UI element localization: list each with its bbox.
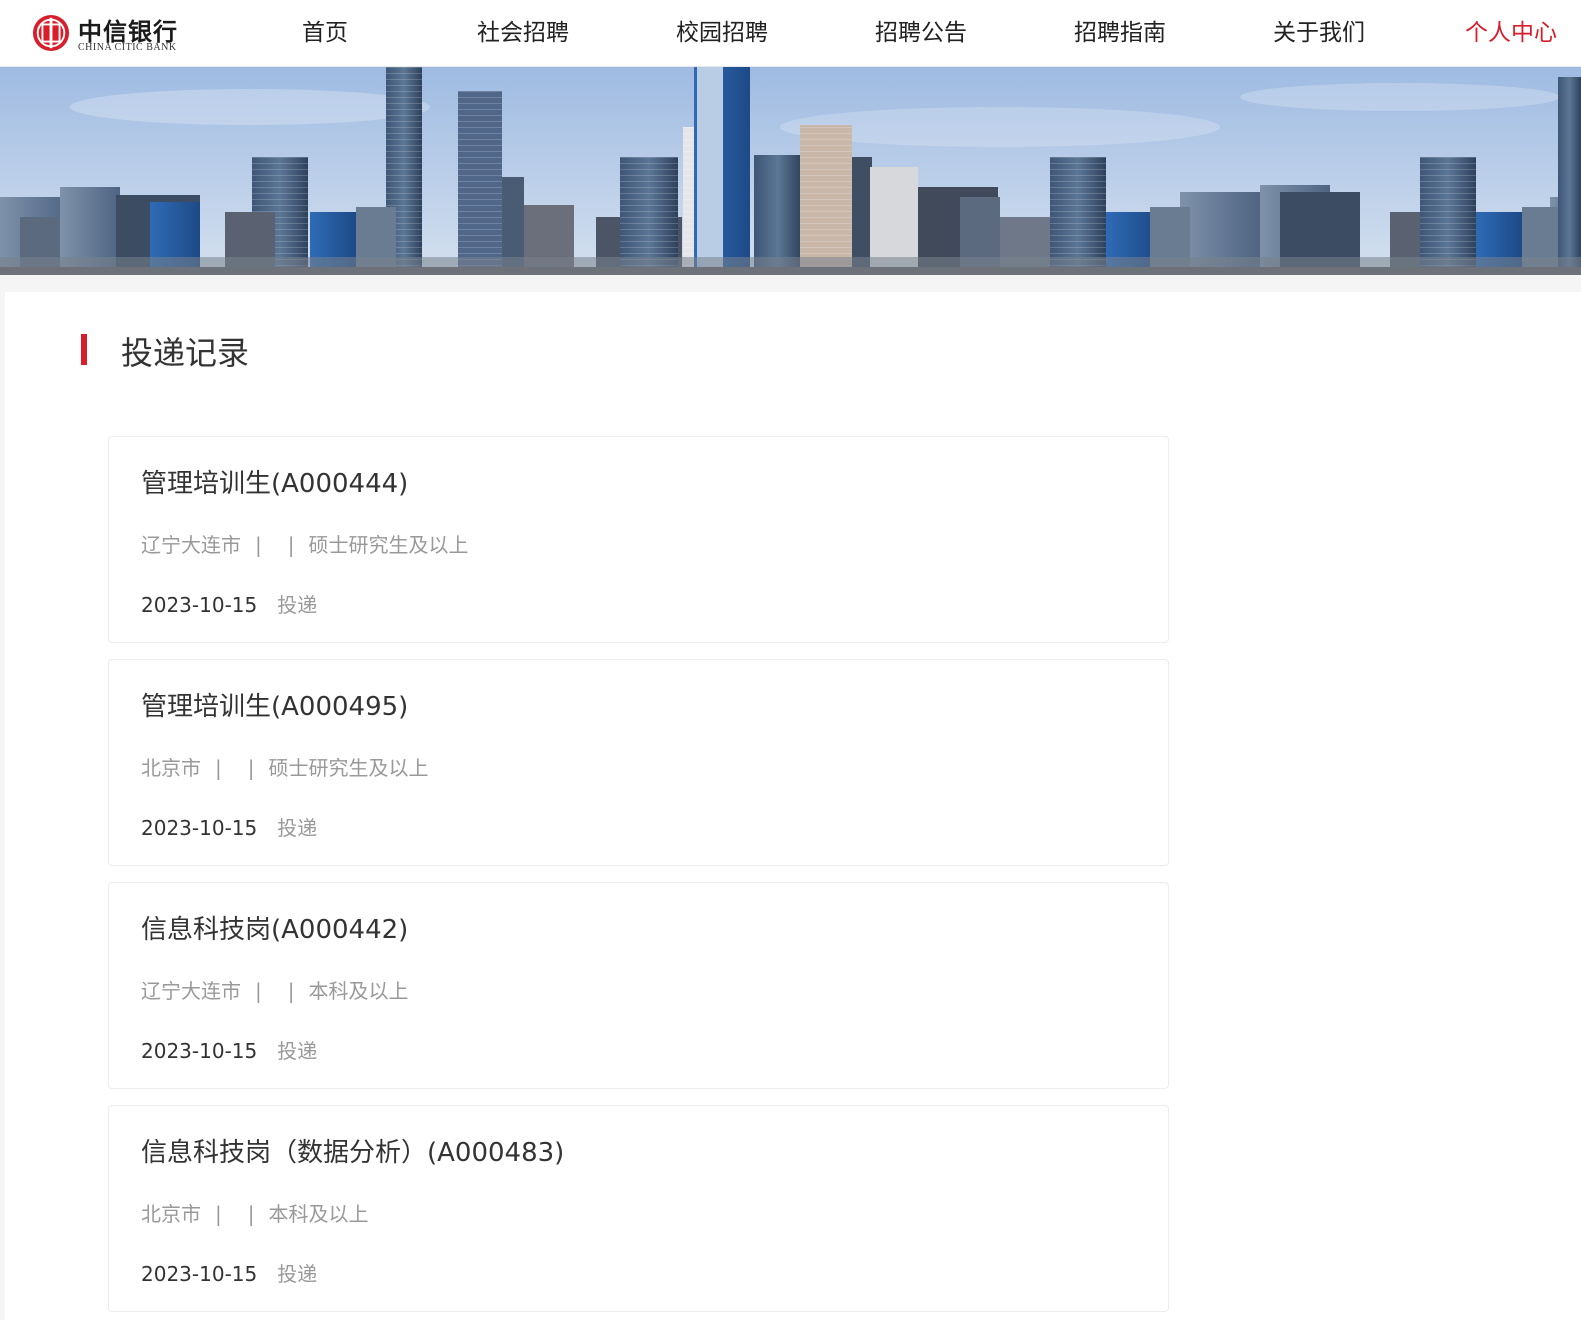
- nav-campus-recruitment[interactable]: 校园招聘: [676, 15, 768, 51]
- application-card[interactable]: 管理培训生(A000444) 辽宁大连市 | | 硕士研究生及以上 2023-10-1…: [108, 436, 1169, 643]
- application-date: 2023-10-15: [141, 1039, 258, 1063]
- meta-separator: |: [255, 979, 262, 1003]
- application-date: 2023-10-15: [141, 1262, 258, 1286]
- job-location: 北京市: [141, 756, 201, 780]
- nav-personal-center[interactable]: 个人中心: [1465, 15, 1557, 51]
- skyline-illustration: [0, 67, 1581, 275]
- meta-separator: |: [215, 1202, 222, 1226]
- brand-logo[interactable]: 中信银行 CHINA CITIC BANK: [32, 12, 192, 54]
- job-location: 辽宁大连市: [141, 979, 241, 1003]
- application-footer: 2023-10-15 投递: [141, 812, 317, 841]
- city-skyline-banner: [0, 67, 1581, 275]
- job-education: 本科及以上: [308, 979, 409, 1003]
- meta-separator: |: [215, 756, 222, 780]
- meta-separator: |: [247, 1202, 255, 1226]
- top-header: 中信银行 CHINA CITIC BANK 首页 社会招聘 校园招聘 招聘公告 …: [0, 0, 1581, 67]
- application-status: 投递: [277, 816, 318, 840]
- meta-separator: |: [255, 533, 262, 557]
- citic-logo-icon: [32, 14, 70, 52]
- job-location: 北京市: [141, 1202, 201, 1226]
- nav-social-recruitment[interactable]: 社会招聘: [477, 15, 569, 51]
- job-title[interactable]: 管理培训生(A000444): [141, 463, 408, 500]
- job-meta: 北京市 | | 本科及以上: [141, 1198, 369, 1227]
- meta-separator: |: [247, 756, 255, 780]
- job-education: 本科及以上: [268, 1202, 369, 1226]
- job-education: 硕士研究生及以上: [308, 533, 469, 557]
- application-card[interactable]: 信息科技岗（数据分析）(A000483) 北京市 | | 本科及以上 2023-10-…: [108, 1105, 1169, 1312]
- meta-separator: |: [287, 979, 295, 1003]
- job-location: 辽宁大连市: [141, 533, 241, 557]
- application-footer: 2023-10-15 投递: [141, 1035, 317, 1064]
- nav-about-us[interactable]: 关于我们: [1273, 15, 1365, 51]
- brand-name-en: CHINA CITIC BANK: [78, 42, 177, 53]
- job-meta: 辽宁大连市 | | 本科及以上: [141, 975, 409, 1004]
- job-title[interactable]: 信息科技岗（数据分析）(A000483): [141, 1132, 564, 1169]
- job-meta: 北京市 | | 硕士研究生及以上: [141, 752, 429, 781]
- application-card[interactable]: 管理培训生(A000495) 北京市 | | 硕士研究生及以上 2023-10-15 投…: [108, 659, 1169, 866]
- job-title[interactable]: 信息科技岗(A000442): [141, 909, 408, 946]
- section-accent-bar: [81, 334, 87, 365]
- application-status: 投递: [277, 1039, 318, 1063]
- job-education: 硕士研究生及以上: [268, 756, 429, 780]
- nav-home[interactable]: 首页: [302, 15, 348, 51]
- application-status: 投递: [277, 1262, 318, 1286]
- application-footer: 2023-10-15 投递: [141, 1258, 317, 1287]
- application-status: 投递: [277, 593, 318, 617]
- application-footer: 2023-10-15 投递: [141, 589, 317, 618]
- delivery-records-panel: 投递记录 管理培训生(A000444) 辽宁大连市 | | 硕士研究生及以上 2023…: [5, 292, 1581, 1320]
- page-title: 投递记录: [121, 334, 250, 372]
- application-date: 2023-10-15: [141, 816, 258, 840]
- application-card[interactable]: 信息科技岗(A000442) 辽宁大连市 | | 本科及以上 2023-10-15 投递: [108, 882, 1169, 1089]
- nav-recruitment-notice[interactable]: 招聘公告: [875, 15, 967, 51]
- job-meta: 辽宁大连市 | | 硕士研究生及以上: [141, 529, 469, 558]
- meta-separator: |: [287, 533, 295, 557]
- job-title[interactable]: 管理培训生(A000495): [141, 686, 408, 723]
- application-date: 2023-10-15: [141, 593, 258, 617]
- nav-recruitment-guide[interactable]: 招聘指南: [1074, 15, 1166, 51]
